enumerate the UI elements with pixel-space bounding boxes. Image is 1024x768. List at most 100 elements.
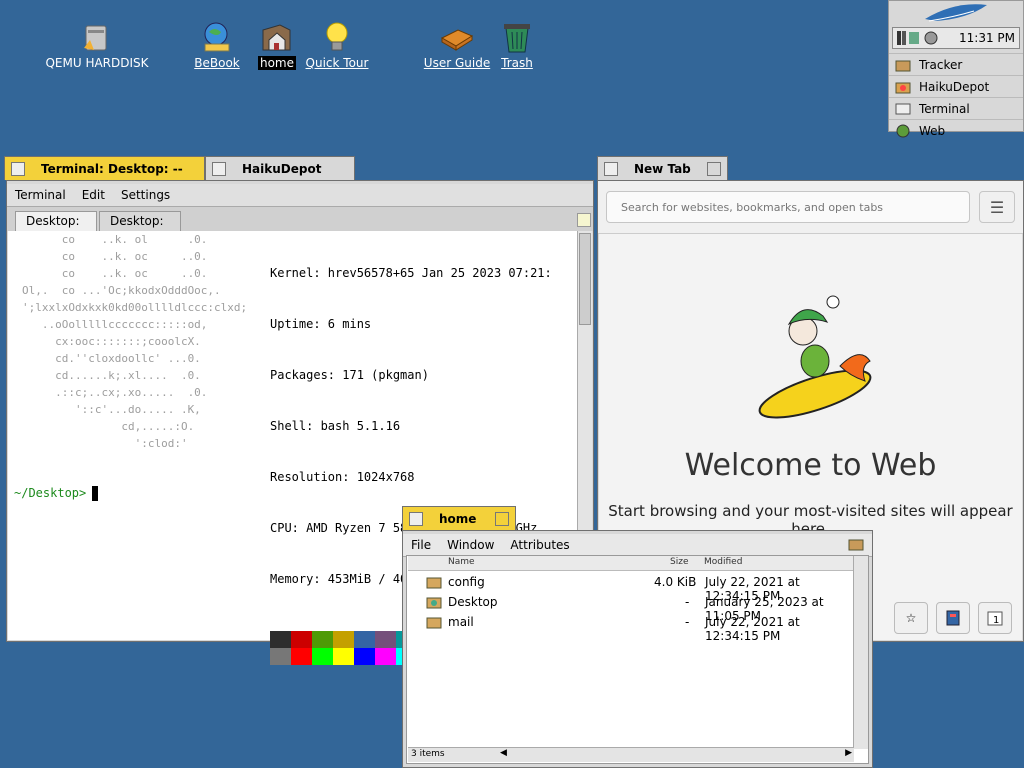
info-resolution: Resolution: 1024x768	[270, 470, 415, 484]
terminal-window-tab[interactable]: Terminal: Desktop: --	[4, 156, 205, 180]
close-box[interactable]	[604, 161, 618, 176]
menu-settings[interactable]: Settings	[113, 188, 178, 202]
haikudepot-icon	[895, 82, 911, 93]
tracker-window-tab[interactable]: home	[402, 506, 516, 530]
window-title: home	[439, 511, 477, 526]
column-modified[interactable]: Modified	[704, 557, 742, 567]
desktop-icon-qemu-harddisk[interactable]: QEMU HARDDISK	[42, 20, 152, 70]
search-input[interactable]: Search for websites, bookmarks, and open…	[606, 191, 970, 223]
column-size[interactable]: Size	[670, 557, 688, 567]
desktop-folder-icon	[426, 594, 442, 613]
menu-window[interactable]: Window	[439, 538, 502, 552]
info-shell: Shell: bash 5.1.16	[270, 419, 401, 433]
clock[interactable]: 11:31 PM	[959, 31, 1015, 45]
column-name[interactable]: Name	[448, 557, 475, 567]
tracker-scrollbar[interactable]	[853, 556, 868, 749]
deskbar-app-label: Web	[919, 123, 946, 138]
terminal-menubar: Terminal Edit Settings	[7, 184, 593, 207]
zoom-box[interactable]	[707, 161, 721, 176]
column-header[interactable]: Name Size Modified	[408, 556, 854, 571]
close-box[interactable]	[409, 511, 423, 526]
menu-terminal[interactable]: Terminal	[7, 188, 74, 202]
palette-swatch	[270, 631, 291, 648]
deskbar-app-haikudepot[interactable]: HaikuDepot	[889, 75, 1023, 97]
haikudepot-window-tab[interactable]: HaikuDepot	[205, 156, 355, 180]
deskbar-app-terminal[interactable]: Terminal	[889, 97, 1023, 119]
scroll-right-arrow[interactable]: ▶	[845, 748, 852, 758]
zoom-box[interactable]	[495, 511, 509, 526]
folder-icon	[426, 614, 442, 633]
bookmarks-book-icon[interactable]	[936, 602, 970, 634]
file-size: 4.0 KiB	[654, 575, 697, 589]
text-cursor	[92, 486, 99, 501]
web-toolbar: Search for websites, bookmarks, and open…	[598, 181, 1023, 234]
desktop-icon-trash[interactable]: Trash	[462, 20, 572, 70]
scroll-left-arrow[interactable]: ◀	[500, 748, 507, 758]
window-title: HaikuDepot	[242, 161, 322, 176]
shell-prompt: ~/Desktop>	[14, 486, 99, 501]
scrollbar-thumb[interactable]	[579, 233, 591, 325]
deskbar-app-web[interactable]: Web	[889, 119, 1023, 141]
haiku-leaf-logo[interactable]	[889, 1, 1023, 27]
deskbar: 11:31 PM Tracker HaikuDepot Terminal Web	[888, 0, 1024, 138]
menu-file[interactable]: File	[403, 538, 439, 552]
file-list: Name Size Modified config 4.0 KiB July 2…	[406, 555, 869, 764]
deskbar-tray: 11:31 PM	[892, 27, 1020, 49]
palette-swatch	[312, 631, 333, 648]
tracker-icon	[895, 60, 911, 71]
palette-swatch	[333, 648, 354, 665]
harddisk-icon	[80, 20, 114, 54]
desktop-icon-label: Quick Tour	[305, 56, 369, 70]
info-uptime: Uptime: 6 mins	[270, 317, 372, 331]
deskbar-app-label: Terminal	[919, 101, 970, 116]
palette-swatch	[291, 648, 312, 665]
file-row-mail[interactable]: mail - July 22, 2021 at 12:34:15 PM	[408, 612, 854, 643]
close-box[interactable]	[11, 161, 25, 176]
hamburger-menu-icon[interactable]: ☰	[979, 191, 1015, 223]
deskbar-app-label: HaikuDepot	[919, 79, 990, 94]
history-calendar-icon[interactable]: 1	[978, 602, 1012, 634]
file-row-desktop[interactable]: Desktop - January 25, 2023 at 11:05 PM	[408, 592, 854, 623]
close-box[interactable]	[212, 161, 226, 176]
bookmark-star-icon[interactable]: ☆	[894, 602, 928, 634]
file-row-config[interactable]: config 4.0 KiB July 22, 2021 at 12:34:15…	[408, 572, 854, 603]
folder-icon	[426, 574, 442, 593]
palette-swatch	[333, 631, 354, 648]
deskbar-app-label: Tracker	[919, 57, 963, 72]
window-title: Terminal: Desktop: --	[41, 161, 183, 176]
terminal-tab-1[interactable]: Desktop: --	[15, 211, 97, 242]
window-title: New Tab	[634, 161, 691, 176]
info-packages: Packages: 171 (pkgman)	[270, 368, 429, 382]
palette-swatch	[375, 631, 396, 648]
status-bar: 3 items ◀ ▶	[408, 747, 854, 762]
web-window-tab[interactable]: New Tab	[597, 156, 728, 180]
info-kernel: Kernel: hrev56578+65 Jan 25 2023 07:21:	[270, 266, 552, 280]
tracker-navigator-icon[interactable]	[840, 537, 872, 554]
tracker-menubar: File Window Attributes	[403, 534, 872, 557]
terminal-tab-2[interactable]: Desktop: --	[99, 211, 181, 242]
deskbar-app-tracker[interactable]: Tracker	[889, 53, 1023, 75]
welcome-title: Welcome to Web	[684, 448, 937, 483]
file-name: mail	[448, 615, 474, 629]
new-tab-button[interactable]	[577, 213, 591, 227]
svg-text:1: 1	[993, 615, 999, 626]
neofetch-ascii-art: co ..k. ol .0. co ..k. oc ..0. co ..k. o…	[22, 233, 248, 450]
palette-swatch	[375, 648, 396, 665]
terminal-tab-bar: Desktop: -- Desktop: --	[7, 207, 593, 242]
file-size: -	[685, 615, 690, 629]
file-name: Desktop	[448, 595, 498, 609]
menu-edit[interactable]: Edit	[74, 188, 113, 202]
file-modified: July 22, 2021 at 12:34:15 PM	[705, 615, 800, 643]
desktop-icon-label: QEMU HARDDISK	[45, 56, 149, 70]
file-size: -	[685, 595, 690, 609]
elf-surfer-illustration	[758, 295, 872, 419]
menu-attributes[interactable]: Attributes	[502, 538, 577, 552]
terminal-icon	[895, 103, 911, 114]
prompt-text: ~/Desktop>	[14, 486, 87, 500]
palette-swatch	[312, 648, 333, 665]
desktop-icon-quick-tour[interactable]: Quick Tour	[282, 20, 392, 70]
tray-icons[interactable]	[897, 30, 943, 46]
palette-swatch	[354, 648, 375, 665]
desktop-icon-label: Trash	[501, 56, 533, 70]
item-count: 3 items	[411, 749, 445, 759]
